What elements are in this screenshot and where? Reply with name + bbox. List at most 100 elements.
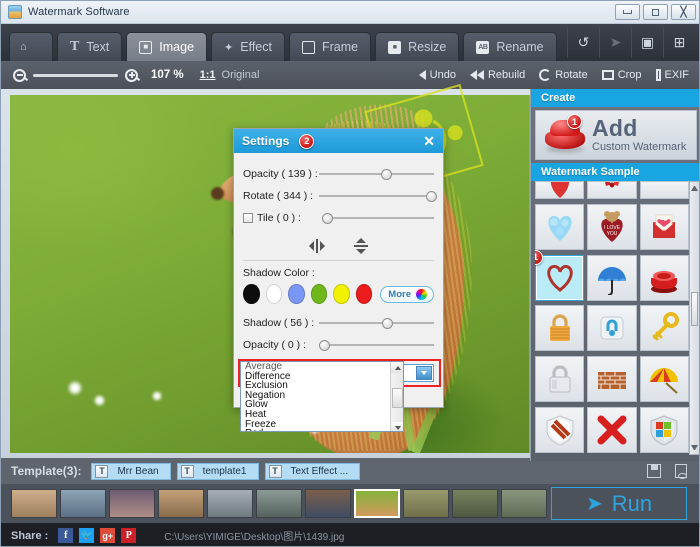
flip-horizontal-icon[interactable]: [306, 236, 328, 256]
scroll-down-icon[interactable]: [391, 422, 403, 431]
swatch-blue[interactable]: [288, 284, 305, 304]
crop-button[interactable]: Crop: [601, 69, 642, 81]
sample-red-stamp[interactable]: [639, 254, 689, 301]
thumbnail-1[interactable]: [60, 489, 106, 518]
sample-shield-stripe[interactable]: [535, 407, 585, 454]
thumbnail-6[interactable]: [305, 489, 351, 518]
googleplus-icon[interactable]: g+: [100, 528, 116, 543]
shadow-color-label: Shadow Color :: [243, 267, 315, 279]
rainbow-icon: [414, 287, 428, 301]
scroll-up-icon[interactable]: [391, 362, 403, 373]
window-controls: ╳: [615, 4, 696, 20]
more-colors-button[interactable]: More: [380, 285, 434, 303]
app-window: Watermark Software ╳ ⌂ T Text ■ Image ✦ …: [0, 0, 700, 547]
sample-blank-1[interactable]: [639, 181, 689, 199]
swatch-black[interactable]: [243, 284, 260, 304]
thumbnail-2[interactable]: [109, 489, 155, 518]
tab-text[interactable]: T Text: [57, 32, 123, 61]
rebuild-button[interactable]: Rebuild: [469, 69, 525, 81]
flip-vertical-icon[interactable]: [350, 236, 372, 256]
sample-grid-scrollbar[interactable]: [689, 181, 699, 455]
rotate-slider[interactable]: [319, 189, 437, 203]
register-icon[interactable]: ⊞: [663, 26, 695, 58]
scroll-thumb[interactable]: [392, 388, 403, 408]
tile-checkbox[interactable]: [243, 213, 253, 223]
thumbnail-0[interactable]: [11, 489, 57, 518]
step-badge-1: 1: [567, 114, 582, 129]
dropdown-scrollbar[interactable]: [390, 362, 403, 431]
tab-home[interactable]: ⌂: [9, 32, 53, 61]
blend-option-freeze[interactable]: Freeze: [241, 419, 403, 430]
sample-brick-wall[interactable]: [587, 356, 637, 403]
minimize-button[interactable]: [615, 4, 640, 20]
zoom-in-icon[interactable]: [125, 68, 138, 82]
thumbnail-4[interactable]: [207, 489, 253, 518]
panel-scroll-thumb[interactable]: [691, 292, 698, 326]
twitter-icon[interactable]: 🐦: [79, 528, 95, 543]
panel-scroll-up-icon[interactable]: [691, 184, 698, 191]
sample-orange-padlock[interactable]: [535, 305, 585, 352]
sample-heart-sketch[interactable]: 1: [535, 249, 585, 301]
sample-love-letter[interactable]: [639, 203, 689, 250]
thumbnail-7-active[interactable]: [354, 489, 400, 518]
template-chip-mrr-bean[interactable]: T Mrr Bean: [91, 462, 171, 480]
sample-security-shield[interactable]: [639, 407, 689, 454]
sample-heart-blue[interactable]: [535, 203, 585, 250]
tab-resize[interactable]: ■ Resize: [375, 32, 460, 61]
template-chip-text-effect[interactable]: T Text Effect ...: [264, 462, 361, 480]
tab-frame[interactable]: Frame: [288, 32, 372, 61]
swatch-white[interactable]: [265, 284, 283, 304]
step-badge-2: 2: [299, 133, 315, 149]
sample-teddy-heart[interactable]: I LOVE YOU: [587, 203, 637, 250]
thumbnail-10[interactable]: [501, 489, 547, 518]
swatch-green[interactable]: [310, 284, 328, 304]
original-size-control[interactable]: 1:1 Original: [200, 69, 260, 81]
thumbnail-3[interactable]: [158, 489, 204, 518]
sample-heart-red-top[interactable]: [535, 181, 585, 199]
pinterest-icon[interactable]: P: [121, 528, 137, 543]
feedback-icon[interactable]: ▣: [631, 26, 663, 58]
shadow-slider[interactable]: [319, 316, 434, 330]
add-custom-watermark-button[interactable]: Add Custom Watermark 1: [535, 110, 697, 160]
rotate-button[interactable]: Rotate: [539, 69, 588, 81]
template-chip-template1[interactable]: T template1: [176, 462, 259, 480]
save-as-icon[interactable]: [675, 464, 687, 479]
shadow-opacity-slider[interactable]: [319, 338, 434, 352]
panel-scroll-down-icon[interactable]: [691, 445, 698, 452]
opacity-slider[interactable]: [319, 167, 434, 181]
more-colors-label: More: [388, 288, 411, 300]
undo-history-icon[interactable]: ↺: [567, 26, 599, 58]
sample-silver-padlock[interactable]: [535, 356, 585, 403]
sample-beach-parasol[interactable]: [639, 356, 689, 403]
save-icon[interactable]: [647, 464, 661, 478]
thumbnail-8[interactable]: [403, 489, 449, 518]
swatch-red[interactable]: [355, 284, 373, 304]
blend-mode-dropdown[interactable]: Average Difference Exclusion Negation Gl…: [240, 361, 404, 432]
exif-button[interactable]: EXIF: [655, 69, 689, 81]
tab-image[interactable]: ■ Image: [126, 32, 208, 61]
sample-gold-key[interactable]: [639, 305, 689, 352]
shadow-opacity-row: Opacity ( 0 ) :: [243, 334, 434, 356]
tile-slider[interactable]: [322, 211, 434, 225]
swatch-yellow[interactable]: [333, 284, 350, 304]
close-button[interactable]: ╳: [671, 4, 696, 20]
blend-mode-option-list: Average Difference Exclusion Negation Gl…: [241, 362, 403, 431]
thumbnail-5[interactable]: [256, 489, 302, 518]
run-button[interactable]: ➤ Run: [551, 487, 687, 520]
thumbnail-9[interactable]: [452, 489, 498, 518]
tab-rename[interactable]: AB Rename: [463, 32, 557, 61]
facebook-icon[interactable]: f: [58, 528, 74, 543]
blend-option-red[interactable]: Red: [241, 429, 403, 431]
redo-history-icon[interactable]: ➤: [599, 26, 631, 58]
sample-bow-red[interactable]: [587, 181, 637, 199]
zoom-out-icon[interactable]: [13, 68, 26, 82]
chevron-down-icon[interactable]: [416, 366, 432, 380]
tab-effect[interactable]: ✦ Effect: [211, 32, 285, 61]
settings-close-button[interactable]: ✕: [423, 133, 435, 150]
sample-blue-keyhole[interactable]: [587, 305, 637, 352]
zoom-slider[interactable]: [33, 73, 118, 77]
undo-button[interactable]: Undo: [418, 69, 456, 81]
sample-blue-umbrella[interactable]: [587, 254, 637, 301]
sample-red-cross[interactable]: [587, 407, 637, 454]
maximize-button[interactable]: [643, 4, 668, 20]
